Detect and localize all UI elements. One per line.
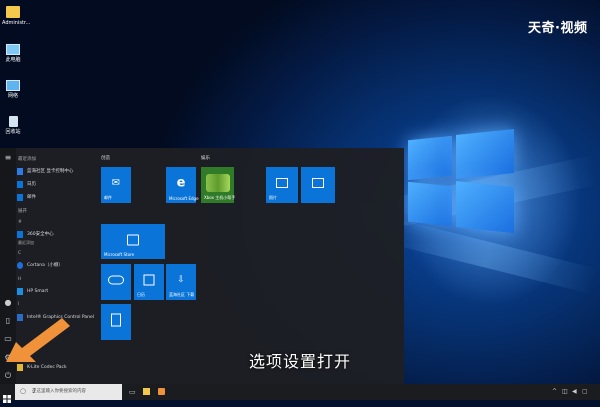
mail-icon: ✉ bbox=[111, 177, 121, 189]
tile-photos[interactable]: 照片 bbox=[266, 167, 298, 203]
desktop-icon-label: 网络 bbox=[7, 93, 18, 99]
list-item[interactable]: 邮件 bbox=[17, 191, 36, 203]
mail-icon bbox=[17, 193, 23, 201]
desktop-icon-network[interactable]: 网络 bbox=[2, 80, 24, 99]
notification-icon[interactable]: ▢ bbox=[582, 388, 588, 395]
power-icon[interactable]: ⏻ bbox=[3, 371, 13, 381]
tile-xbox[interactable]: Xbox 主机小帮手 bbox=[201, 167, 235, 203]
desktop-icon-this-pc[interactable]: 此电脑 bbox=[2, 44, 24, 63]
cloud-icon bbox=[108, 275, 124, 285]
tile-group-title: 创造 bbox=[101, 156, 110, 161]
download-icon: ⇩ bbox=[177, 275, 185, 286]
section-letter[interactable]: C bbox=[18, 251, 21, 256]
volume-icon[interactable]: ◀ bbox=[572, 388, 577, 395]
app-icon bbox=[17, 230, 23, 238]
tile-store[interactable]: Microsoft Store bbox=[101, 224, 165, 259]
recent-sub-label: 最近添加 bbox=[18, 240, 34, 245]
tile-download[interactable]: ⇩ 蓝海社区 下载 bbox=[166, 264, 196, 300]
user-avatar-icon[interactable]: ● bbox=[3, 298, 13, 308]
microphone-icon[interactable]: ♪ bbox=[32, 387, 118, 395]
cortana-icon bbox=[17, 261, 23, 269]
section-letter[interactable]: H bbox=[18, 277, 21, 282]
list-item[interactable]: HP Smart bbox=[17, 285, 48, 297]
computer-icon bbox=[6, 44, 20, 55]
taskbar-search-box[interactable]: ○ 在这里输入你要搜索的内容 ♪ bbox=[15, 384, 122, 400]
section-letter[interactable]: I bbox=[18, 302, 19, 307]
hamburger-menu-icon[interactable]: ≡ bbox=[3, 153, 13, 163]
store-bag-icon bbox=[127, 234, 139, 246]
desktop-icon-label: Administr... bbox=[2, 20, 31, 26]
xbox-characters-icon bbox=[205, 174, 230, 193]
list-item[interactable]: 蓝海社区 显卡控制中心 bbox=[17, 165, 73, 177]
expand-link[interactable]: 展开 bbox=[18, 208, 27, 214]
tile-calendar[interactable]: 日历 bbox=[134, 264, 164, 300]
pointer-arrow-annotation bbox=[6, 318, 70, 362]
tile-weather[interactable] bbox=[101, 264, 131, 300]
app-icon bbox=[17, 167, 23, 175]
watermark-logo: 天奇·视频 bbox=[528, 21, 588, 36]
tile-mail[interactable]: ✉ 邮件 bbox=[101, 167, 131, 203]
desktop-icon-admin[interactable]: Administr... bbox=[2, 6, 30, 26]
tile-gallery[interactable] bbox=[301, 167, 335, 203]
tile-edge[interactable]: e Microsoft Edge bbox=[166, 167, 199, 203]
list-item[interactable]: Cortana（小娜） bbox=[17, 259, 63, 271]
network-status-icon[interactable]: ◫ bbox=[562, 388, 568, 395]
desktop-icon-recycle-bin[interactable]: 回收站 bbox=[2, 116, 24, 135]
tile-group-title: 娱乐 bbox=[201, 156, 210, 161]
list-item[interactable]: 日历 bbox=[17, 178, 36, 190]
system-tray-chevron-icon[interactable]: ^ bbox=[552, 388, 557, 395]
calendar-icon bbox=[17, 180, 23, 188]
windows-logo bbox=[408, 128, 550, 234]
tile-calculator[interactable] bbox=[101, 304, 131, 340]
task-view-icon[interactable]: ▭ bbox=[129, 388, 136, 396]
network-icon bbox=[6, 80, 20, 91]
edge-icon: e bbox=[176, 175, 186, 191]
start-button[interactable] bbox=[3, 388, 11, 403]
list-item[interactable]: 360安全中心 bbox=[17, 228, 54, 240]
desktop-icon-label: 此电脑 bbox=[5, 57, 21, 63]
calculator-icon bbox=[111, 313, 121, 327]
pinned-app-icon[interactable] bbox=[158, 388, 165, 395]
search-icon: ○ bbox=[20, 387, 27, 395]
photos-icon bbox=[276, 178, 288, 189]
file-explorer-icon[interactable] bbox=[143, 388, 150, 395]
folder-icon bbox=[6, 6, 20, 18]
recent-header: 最近添加 bbox=[18, 157, 36, 162]
app-icon bbox=[17, 287, 23, 295]
recycle-bin-icon bbox=[8, 116, 18, 127]
section-letter[interactable]: # bbox=[18, 220, 22, 225]
caption-subtitle: 选项设置打开 bbox=[249, 352, 352, 371]
calendar-icon bbox=[143, 274, 155, 286]
desktop-icon-label: 回收站 bbox=[5, 129, 21, 135]
image-icon bbox=[312, 178, 324, 189]
windows-start-icon bbox=[3, 395, 11, 403]
